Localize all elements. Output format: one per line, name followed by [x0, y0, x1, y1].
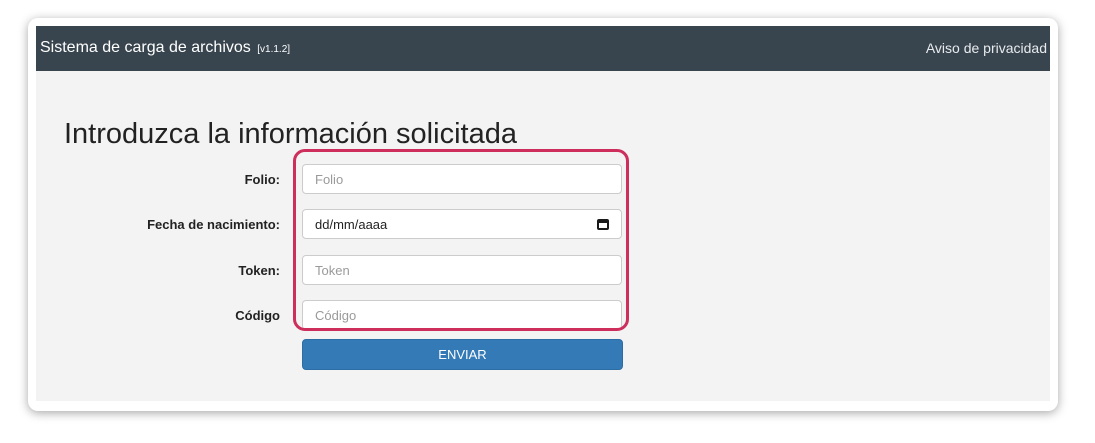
- folio-input[interactable]: [302, 164, 622, 194]
- birthdate-input[interactable]: dd/mm/aaaa: [302, 209, 622, 239]
- page-title: Introduzca la información solicitada: [64, 118, 517, 150]
- app-title[interactable]: Sistema de carga de archivos [v1.1.2]: [40, 39, 290, 57]
- app-title-text: Sistema de carga de archivos: [40, 39, 251, 56]
- app-window: Sistema de carga de archivos [v1.1.2] Av…: [28, 18, 1058, 411]
- birthdate-label: Fecha de nacimiento:: [147, 217, 280, 232]
- submit-button[interactable]: ENVIAR: [302, 339, 623, 370]
- token-label: Token:: [238, 263, 280, 278]
- token-input[interactable]: [302, 255, 622, 285]
- privacy-notice-link[interactable]: Aviso de privacidad: [926, 40, 1047, 56]
- birthdate-placeholder: dd/mm/aaaa: [315, 216, 388, 232]
- app-version: [v1.1.2]: [257, 44, 291, 55]
- calendar-icon[interactable]: [597, 218, 609, 230]
- code-label: Código: [235, 308, 280, 323]
- code-input[interactable]: [302, 300, 622, 330]
- folio-label: Folio:: [244, 172, 280, 187]
- navbar: Sistema de carga de archivos [v1.1.2] Av…: [36, 26, 1050, 71]
